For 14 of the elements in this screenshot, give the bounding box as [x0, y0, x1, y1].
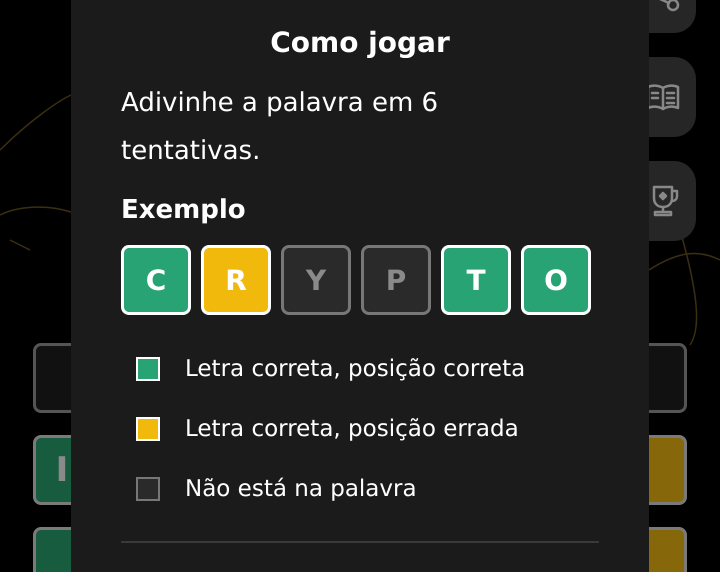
legend-label: Letra correta, posição correta: [185, 357, 526, 381]
legend-label: Letra correta, posição errada: [185, 417, 519, 441]
letter-tile: C: [121, 245, 191, 315]
dialog-title: Como jogar: [270, 26, 450, 59]
scissors-icon: [658, 0, 680, 13]
instructions-text: Adivinhe a palavra em 6 tentativas.: [121, 87, 440, 168]
letter-tile: Y: [281, 245, 351, 315]
letter-tile: R: [201, 245, 271, 315]
letter-tile: T: [441, 245, 511, 315]
letter-tile: O: [521, 245, 591, 315]
book-icon: [646, 82, 680, 112]
letter-tile: P: [361, 245, 431, 315]
example-heading: Exemplo: [121, 195, 246, 225]
legend-label: Não está na palavra: [185, 477, 417, 501]
